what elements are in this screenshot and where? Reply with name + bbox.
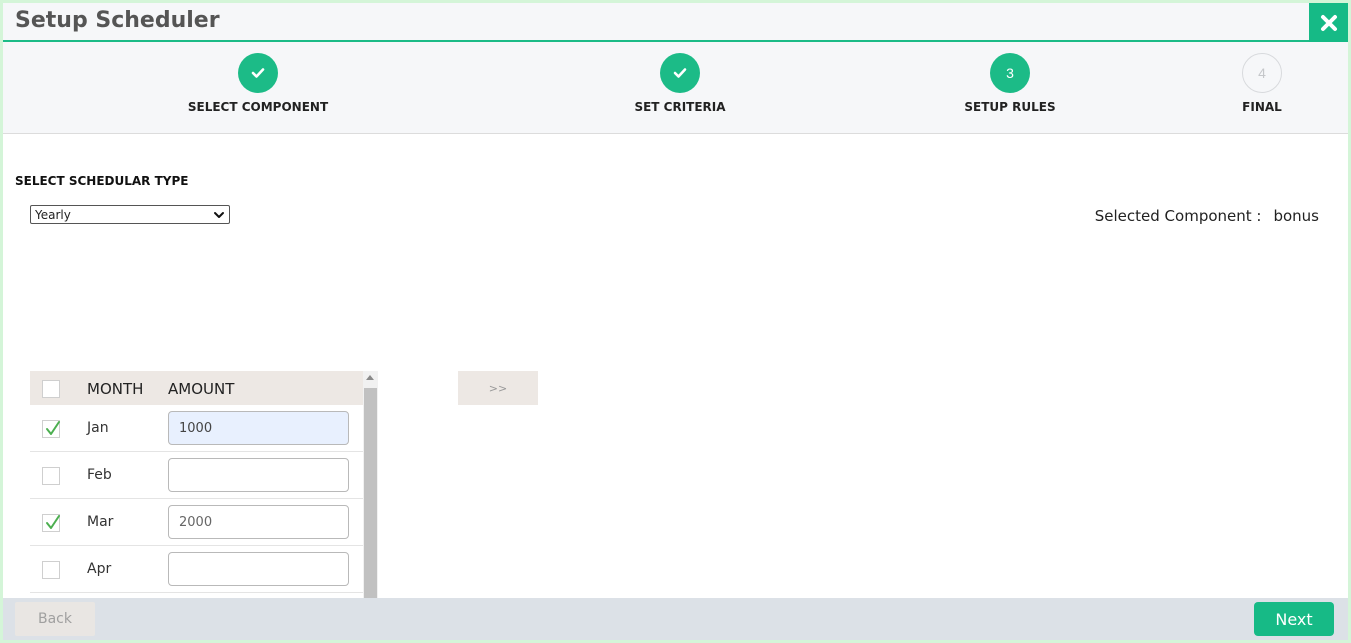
close-icon	[1320, 14, 1337, 31]
amount-input[interactable]: 2000	[168, 505, 349, 539]
scrollbar-thumb[interactable]	[364, 388, 377, 601]
table-row: Mar 2000	[30, 499, 363, 546]
selected-component-value: bonus	[1273, 207, 1319, 225]
month-column-header: MONTH	[87, 380, 144, 398]
row-checkbox[interactable]	[42, 561, 60, 579]
month-label: Feb	[87, 467, 112, 483]
amount-input[interactable]	[168, 552, 349, 586]
checkbox-box	[42, 380, 60, 398]
checkbox-box	[42, 561, 60, 579]
step-number-badge: 3	[990, 53, 1030, 93]
selected-component: Selected Component : bonus	[1095, 207, 1319, 225]
title-bar: Setup Scheduler	[3, 3, 1348, 42]
footer-bar: Back Next	[3, 598, 1348, 640]
table-scrollbar[interactable]	[363, 371, 378, 601]
row-checkbox[interactable]	[42, 467, 60, 485]
check-icon	[673, 68, 687, 78]
month-label: Mar	[87, 514, 114, 530]
wizard-stepper: SELECT COMPONENT SET CRITERIA 3 SETUP RU…	[3, 42, 1348, 134]
select-all-checkbox[interactable]	[42, 380, 60, 398]
amount-column-header: AMOUNT	[168, 380, 235, 398]
schedular-type-value: Yearly	[35, 207, 71, 222]
back-button[interactable]: Back	[15, 602, 95, 636]
next-button[interactable]: Next	[1254, 602, 1334, 636]
chevron-down-icon	[214, 212, 224, 218]
month-label: Apr	[87, 561, 112, 577]
check-icon	[251, 68, 265, 78]
step-label: SET CRITERIA	[634, 100, 726, 114]
close-button[interactable]	[1309, 3, 1348, 42]
move-right-button[interactable]: >>	[458, 371, 538, 405]
check-icon	[46, 515, 60, 529]
table-row: Jan 1000	[30, 405, 363, 452]
amount-input[interactable]: 1000	[168, 411, 349, 445]
checkbox-box	[42, 514, 60, 532]
table-row: Feb	[30, 452, 363, 499]
scroll-up-arrow-icon[interactable]	[366, 375, 374, 380]
month-label: Jan	[87, 420, 109, 436]
step-done-circle	[238, 53, 278, 93]
row-checkbox[interactable]	[42, 420, 60, 438]
amount-input[interactable]	[168, 458, 349, 492]
step-label: SETUP RULES	[964, 100, 1056, 114]
check-icon	[46, 421, 60, 435]
schedular-type-select[interactable]: Yearly	[30, 205, 230, 224]
selected-component-label: Selected Component :	[1094, 207, 1262, 225]
step-number-badge: 4	[1242, 53, 1282, 93]
month-amount-table: MONTH AMOUNT Jan 1000 Feb Mar 2000 Apr	[30, 371, 378, 601]
table-header: MONTH AMOUNT	[30, 371, 363, 405]
dialog-title: Setup Scheduler	[15, 8, 220, 33]
step-done-circle	[660, 53, 700, 93]
step-label: FINAL	[1242, 100, 1282, 114]
checkbox-box	[42, 420, 60, 438]
row-checkbox[interactable]	[42, 514, 60, 532]
setup-scheduler-dialog: Setup Scheduler SELECT COMPONENT SET CRI…	[3, 3, 1348, 640]
step-label: SELECT COMPONENT	[187, 100, 329, 114]
table-row: Apr	[30, 546, 363, 593]
checkbox-box	[42, 467, 60, 485]
schedular-type-label: SELECT SCHEDULAR TYPE	[15, 174, 189, 188]
